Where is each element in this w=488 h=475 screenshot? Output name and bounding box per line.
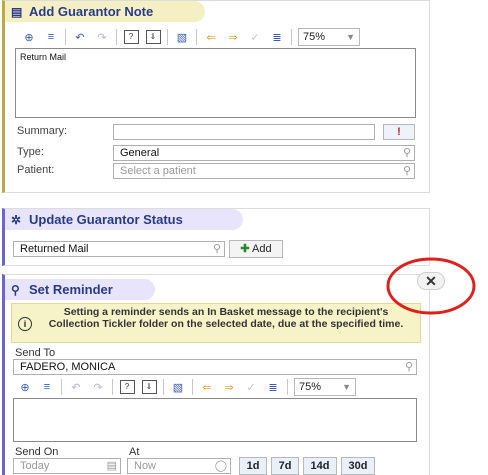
send-to-label: Send To — [15, 347, 56, 359]
note-editor-toolbar: ⊕ ≡ ↶ ↷ ? ⇓ ▧ ⇐ ⇒ ✓ ≣ 75% ▼ — [21, 26, 360, 48]
summary-label: Summary: — [17, 125, 68, 137]
plus-icon: ✚ — [240, 243, 250, 255]
reminder-info-box: i Setting a reminder sends an In Basket … — [11, 303, 421, 343]
add-guarantor-note-header: ▤ Add Guarantor Note — [5, 1, 205, 22]
redo-icon[interactable]: ↷ — [94, 29, 110, 45]
toolbar-divider — [112, 379, 113, 395]
status-title: Update Guarantor Status — [29, 212, 183, 227]
note-body-text: Return Mail — [20, 52, 67, 62]
type-label: Type: — [17, 146, 44, 158]
summary-flag-button[interactable]: ! — [383, 124, 415, 140]
chevron-down-icon: ▼ — [346, 32, 355, 42]
annotation-circle — [386, 257, 476, 315]
reminder-editor-toolbar: ⊕ ≡ ↶ ↷ ? ⇓ ▧ ⇐ ⇒ ✓ ≣ 75% ▼ — [17, 376, 356, 398]
summary-input[interactable] — [113, 124, 375, 140]
type-select[interactable]: General ⚲ — [113, 145, 415, 161]
spellcheck-icon[interactable]: ≡ — [39, 379, 55, 395]
patient-label: Patient: — [17, 164, 55, 176]
add-guarantor-note-panel: ▤ Add Guarantor Note ⊕ ≡ ↶ ↷ ? ⇓ ▧ ⇐ ⇒ ✓ … — [2, 0, 430, 193]
quick-date-1d-button[interactable]: 1d — [239, 457, 267, 475]
set-reminder-header: ⚲ Set Reminder — [5, 279, 155, 300]
toolbar-divider — [287, 379, 288, 395]
toolbar-divider — [167, 29, 168, 45]
reminder-icon: ⚲ — [11, 283, 20, 297]
toolbar-divider — [291, 29, 292, 45]
patient-select[interactable]: Select a patient ⚲ — [113, 163, 415, 179]
toolbar-divider — [116, 29, 117, 45]
insert-table-icon[interactable]: ▧ — [170, 379, 186, 395]
format-icon[interactable]: ≣ — [269, 29, 285, 45]
send-to-value: FADERO, MONICA — [20, 361, 116, 373]
update-guarantor-status-header: ✲ Update Guarantor Status — [5, 209, 243, 230]
search-icon: ⚲ — [404, 361, 413, 373]
at-label: At — [129, 446, 140, 458]
toolbar-divider — [163, 379, 164, 395]
arrow-left-icon[interactable]: ⇐ — [199, 379, 215, 395]
smartphrase-icon[interactable]: ? — [123, 29, 139, 45]
send-on-label: Send On — [15, 446, 59, 458]
spellcheck-icon[interactable]: ≡ — [43, 29, 59, 45]
toolbar-divider — [61, 379, 62, 395]
asterisk-icon: ✲ — [11, 213, 22, 227]
toolbar-divider — [65, 29, 66, 45]
note-title: Add Guarantor Note — [29, 4, 154, 19]
status-value: Returned Mail — [20, 243, 89, 255]
at-placeholder: Now — [134, 460, 157, 472]
note-icon: ▤ — [11, 5, 23, 19]
at-time-input[interactable]: Now ◯ — [127, 458, 231, 474]
smartlink-icon[interactable]: ⇓ — [145, 29, 161, 45]
note-zoom-select[interactable]: 75% ▼ — [298, 28, 360, 46]
update-guarantor-status-panel: ✲ Update Guarantor Status Returned Mail ⚲… — [2, 208, 430, 266]
arrow-left-icon[interactable]: ⇐ — [203, 29, 219, 45]
search-icon: ⚲ — [402, 147, 411, 159]
format-icon[interactable]: ≣ — [265, 379, 281, 395]
calendar-icon: ▤ — [106, 460, 117, 472]
search-icon: ⚲ — [402, 165, 411, 177]
patient-placeholder: Select a patient — [120, 165, 196, 177]
quick-date-7d-button[interactable]: 7d — [271, 457, 299, 475]
quick-date-30d-button[interactable]: 30d — [341, 457, 375, 475]
smartphrase-icon[interactable]: ? — [119, 379, 135, 395]
send-on-date-input[interactable]: Today ▤ — [13, 458, 121, 474]
zoom-value: 75% — [299, 381, 322, 393]
undo-icon[interactable]: ↶ — [68, 379, 84, 395]
send-to-select[interactable]: FADERO, MONICA ⚲ — [13, 359, 417, 375]
clock-icon: ◯ — [214, 460, 227, 472]
note-text-area[interactable]: Return Mail — [15, 48, 416, 118]
send-on-placeholder: Today — [20, 460, 50, 472]
arrow-right-icon[interactable]: ⇒ — [225, 29, 241, 45]
zoom-in-icon[interactable]: ⊕ — [17, 379, 33, 395]
reminder-zoom-select[interactable]: 75% ▼ — [294, 378, 356, 396]
zoom-in-icon[interactable]: ⊕ — [21, 29, 37, 45]
info-icon: i — [18, 317, 32, 331]
reminder-info-text: Setting a reminder sends an In Basket me… — [48, 306, 404, 330]
arrow-right-icon[interactable]: ⇒ — [221, 379, 237, 395]
toolbar-divider — [192, 379, 193, 395]
add-status-button[interactable]: ✚ Add — [229, 240, 283, 258]
toolbar-divider — [196, 29, 197, 45]
reminder-text-area[interactable] — [13, 398, 417, 442]
reminder-title: Set Reminder — [29, 282, 113, 297]
smartlink-icon[interactable]: ⇓ — [141, 379, 157, 395]
check-icon[interactable]: ✓ — [243, 379, 259, 395]
type-value: General — [120, 147, 160, 159]
set-reminder-panel: ⚲ Set Reminder i Setting a reminder sends… — [2, 274, 430, 475]
search-icon: ⚲ — [212, 243, 221, 255]
insert-table-icon[interactable]: ▧ — [174, 29, 190, 45]
guarantor-status-select[interactable]: Returned Mail ⚲ — [13, 241, 225, 257]
check-icon[interactable]: ✓ — [247, 29, 263, 45]
chevron-down-icon: ▼ — [342, 382, 351, 392]
add-label: Add — [252, 243, 272, 255]
zoom-value: 75% — [303, 31, 326, 43]
undo-icon[interactable]: ↶ — [72, 29, 88, 45]
quick-date-14d-button[interactable]: 14d — [303, 457, 337, 475]
redo-icon[interactable]: ↷ — [90, 379, 106, 395]
